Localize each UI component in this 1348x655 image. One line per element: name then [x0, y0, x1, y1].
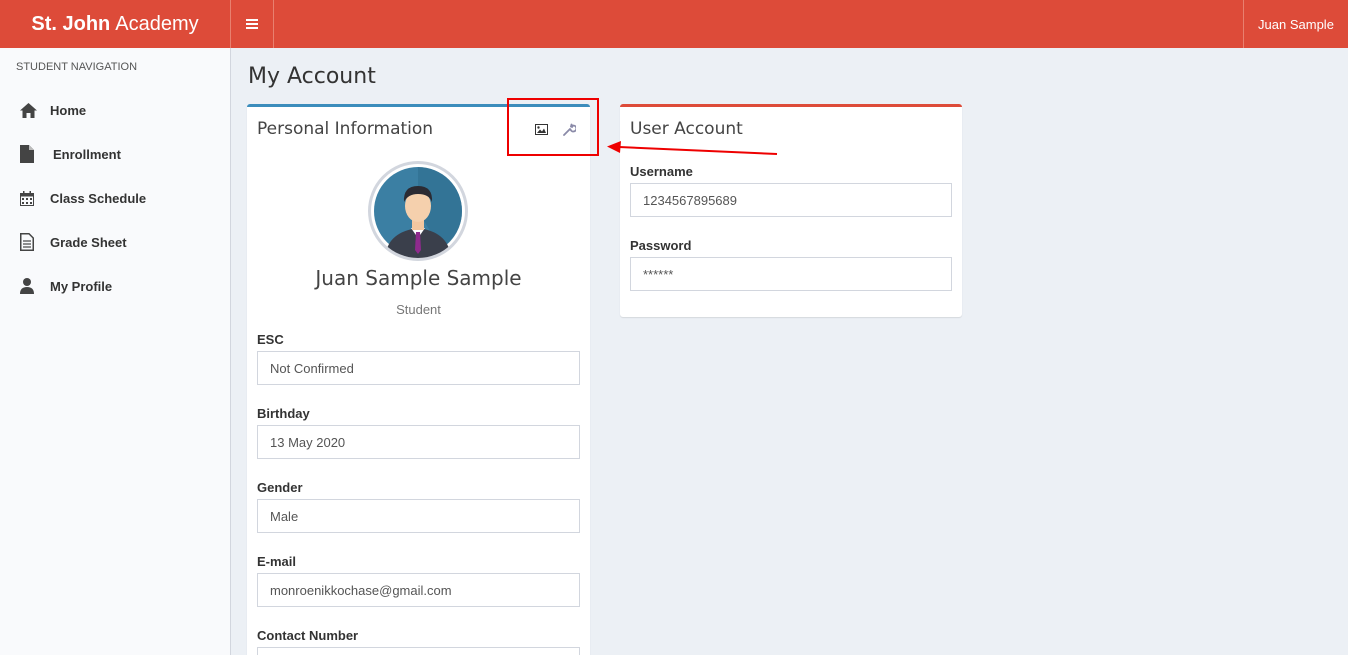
user-menu[interactable]: Juan Sample	[1243, 0, 1348, 48]
email-label: E-mail	[257, 554, 297, 569]
username-field[interactable]	[630, 183, 952, 217]
brand-logo[interactable]: St. John Academy	[0, 0, 231, 48]
contact-number-field[interactable]	[257, 647, 580, 655]
avatar-image	[374, 167, 463, 258]
email-field[interactable]	[257, 573, 580, 607]
password-label: Password	[630, 238, 692, 253]
sidebar-item-enrollment[interactable]: Enrollment	[0, 132, 230, 176]
user-account-title: User Account	[630, 119, 743, 139]
brand-rest: Academy	[115, 12, 199, 35]
sidebar-item-label: My Profile	[50, 278, 113, 294]
esc-field[interactable]	[257, 351, 580, 385]
sidebar-item-grade-sheet[interactable]: Grade Sheet	[0, 220, 230, 264]
calendar-icon	[20, 190, 50, 206]
page-title: My Account	[248, 64, 376, 89]
profile-role: Student	[396, 302, 441, 317]
personal-info-box: Personal Information Juan Sample Sample …	[247, 104, 590, 655]
sidebar: STUDENT NAVIGATION Home Enrollment Class…	[0, 48, 231, 655]
username-label: Username	[630, 164, 693, 179]
personal-info-title: Personal Information	[257, 119, 434, 139]
sidebar-item-label: Class Schedule	[50, 190, 147, 206]
password-field[interactable]	[630, 257, 952, 291]
annotation-arrow-icon	[607, 141, 778, 155]
sidebar-item-class-schedule[interactable]: Class Schedule	[0, 176, 230, 220]
birthday-label: Birthday	[257, 406, 310, 421]
sidebar-item-label: Home	[50, 102, 87, 118]
user-account-box: User Account Username Password	[620, 104, 962, 317]
top-navbar: St. John Academy Juan Sample	[0, 0, 1348, 48]
avatar	[368, 161, 468, 261]
gender-label: Gender	[257, 480, 303, 495]
document-icon	[20, 233, 50, 251]
user-icon	[20, 278, 50, 294]
sidebar-item-label: Grade Sheet	[50, 234, 127, 250]
home-icon	[20, 102, 50, 118]
sidebar-item-label: Enrollment	[53, 146, 121, 162]
file-icon	[20, 145, 50, 163]
annotation-highlight-box	[507, 98, 599, 156]
gender-field[interactable]	[257, 499, 580, 533]
sidebar-item-my-profile[interactable]: My Profile	[0, 264, 230, 308]
profile-name: Juan Sample Sample	[315, 266, 522, 290]
sidebar-toggle-button[interactable]	[231, 0, 274, 48]
sidebar-header: STUDENT NAVIGATION	[16, 61, 138, 73]
navbar-spacer	[274, 0, 1243, 48]
contact-number-label: Contact Number	[257, 628, 359, 643]
sidebar-item-home[interactable]: Home	[0, 88, 230, 132]
esc-label: ESC	[257, 332, 284, 347]
brand-bold: St. John	[31, 12, 111, 35]
hamburger-icon	[246, 19, 258, 29]
birthday-field[interactable]	[257, 425, 580, 459]
